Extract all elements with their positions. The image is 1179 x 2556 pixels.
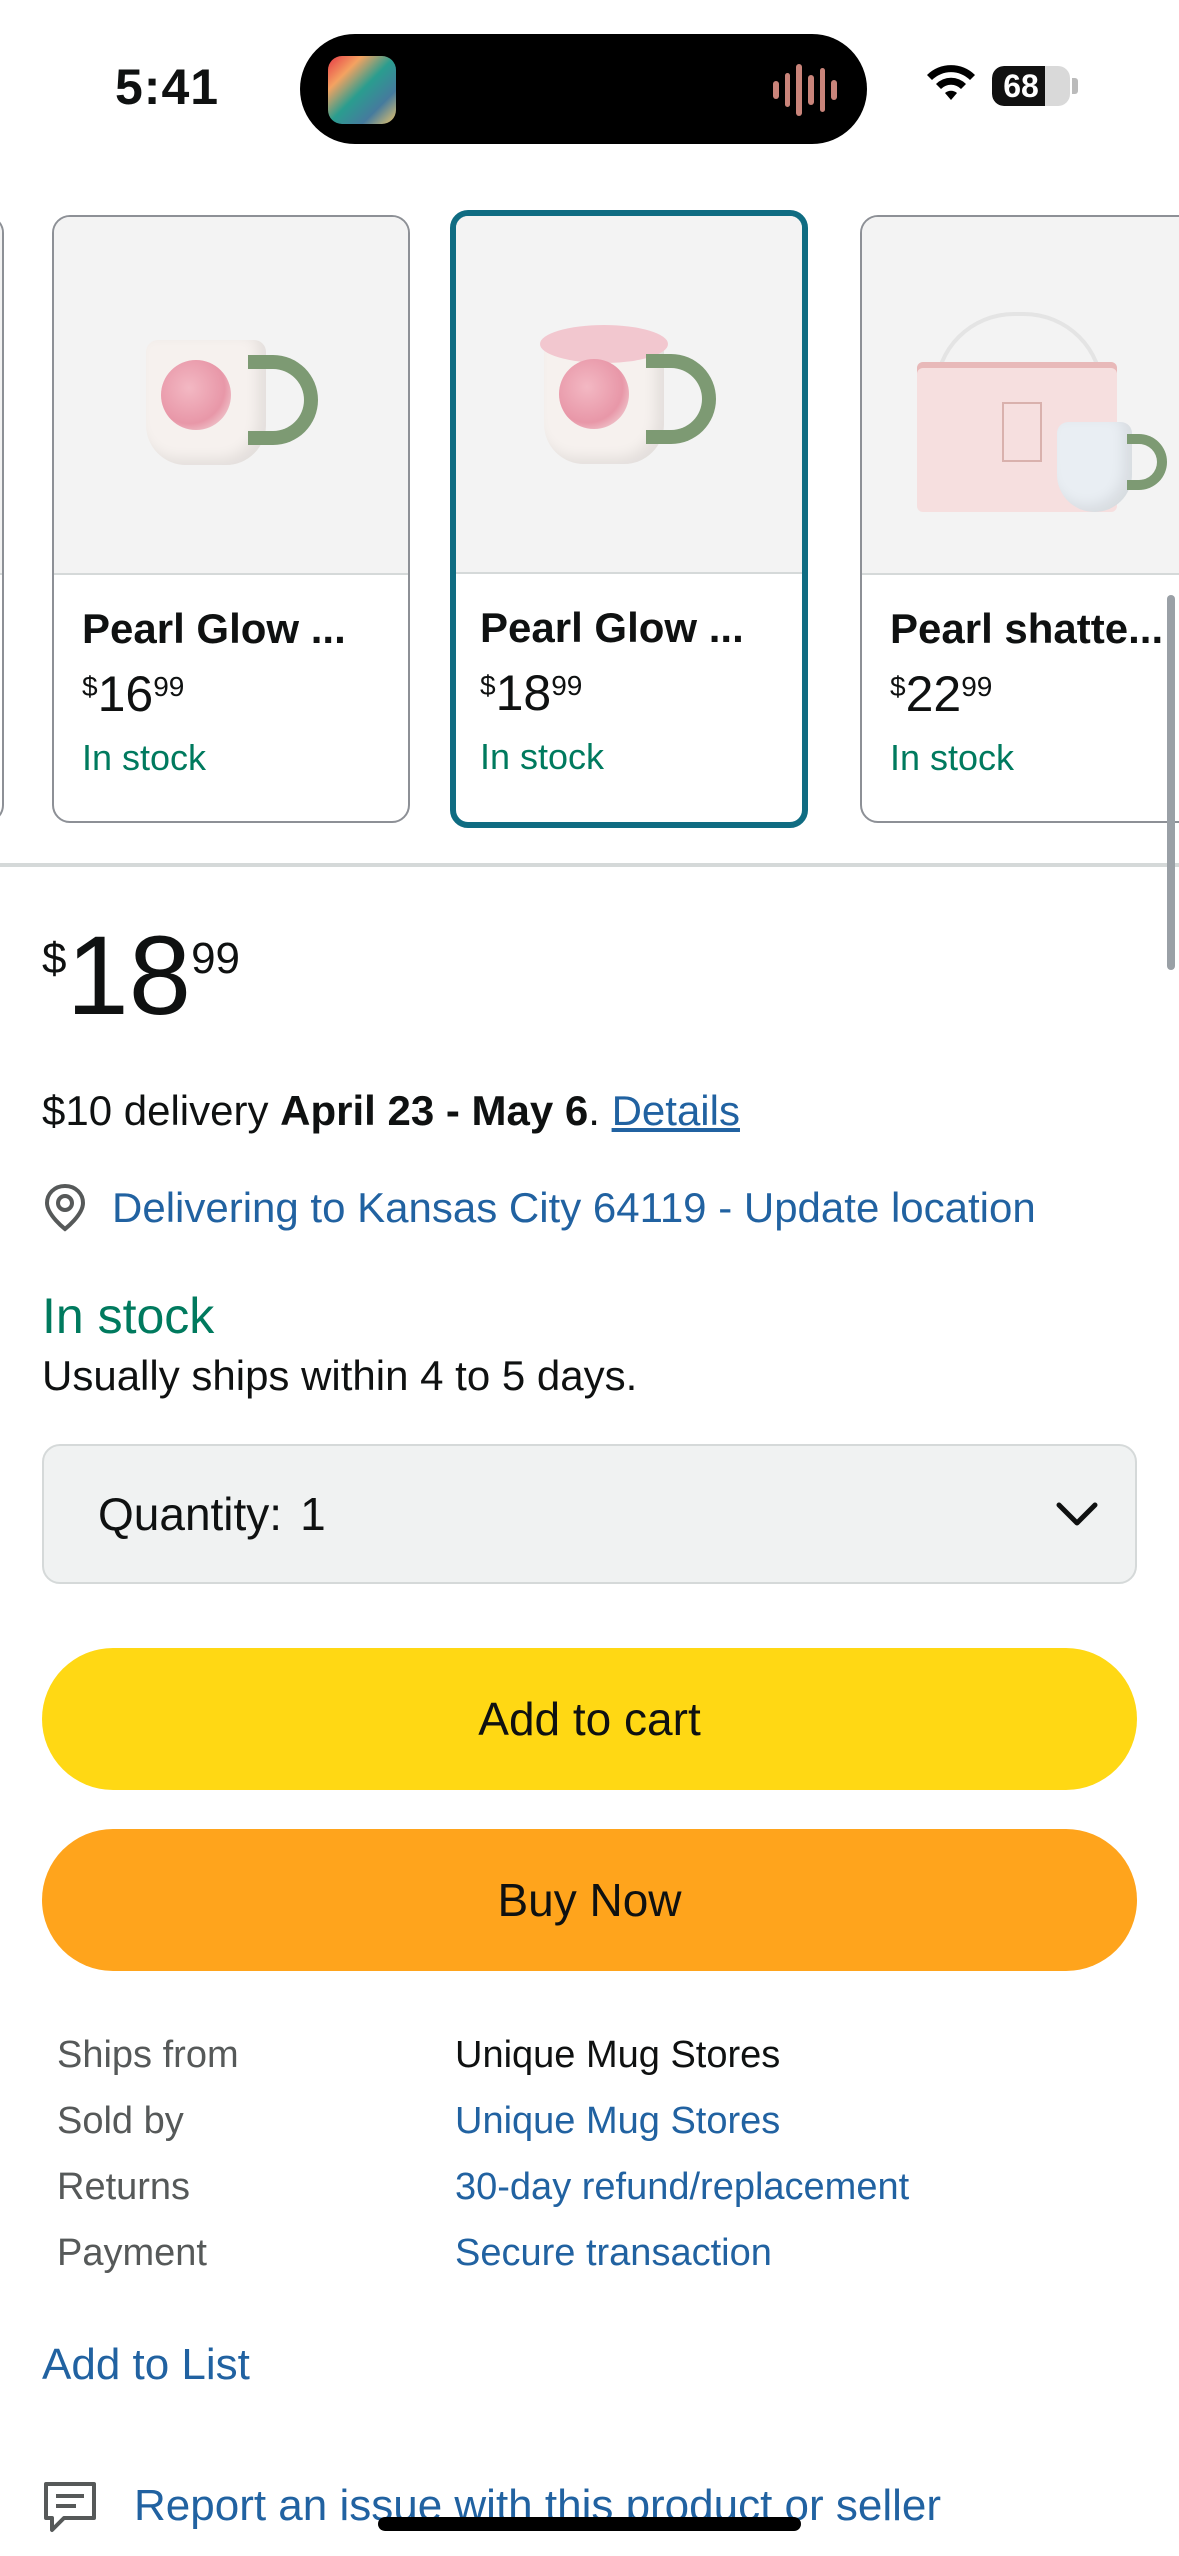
info-row-returns: Returns 30-day refund/replacement [57,2154,909,2220]
variant-price: $22 99 [890,666,993,722]
variant-title: Pearl Glow ... [82,605,346,652]
info-key: Returns [57,2165,191,2208]
dynamic-island[interactable] [300,34,867,144]
info-key: Payment [57,2231,207,2274]
info-key: Ships from [57,2033,239,2076]
scrollbar[interactable] [1167,595,1175,970]
variant-stock: In stock [890,737,1015,778]
location-pin-icon [44,1183,86,1232]
delivery-location-link[interactable]: Delivering to Kansas City 64119 - Update… [42,1183,1036,1233]
add-to-list-link[interactable]: Add to List [42,2340,250,2390]
delivery-info: $10 delivery April 23 - May 6. Details [42,1087,740,1134]
info-row-sold-by: Sold by Unique Mug Stores [57,2088,909,2154]
variant-card-partial[interactable] [0,215,4,823]
audio-waveform-icon [773,64,838,116]
product-price: $18 99 [42,913,241,1038]
location-text: Delivering to Kansas City 64119 - Update… [112,1184,1036,1231]
availability-status: In stock [42,1288,215,1344]
battery-percent: 68 [1003,68,1039,104]
buy-now-button[interactable]: Buy Now [42,1829,1137,1971]
info-key: Sold by [57,2099,184,2142]
variant-title: Pearl Glow ... [480,604,744,651]
home-indicator[interactable] [378,2517,801,2531]
section-divider [0,863,1179,867]
variant-card[interactable]: Pearl shatte... $22 99 In stock [860,215,1179,823]
quantity-select[interactable]: Quantity: 1 [42,1444,1137,1584]
wifi-icon [927,65,975,100]
status-time: 5:41 [115,59,220,115]
chevron-down-icon [1056,1502,1098,1526]
add-to-cart-button[interactable]: Add to cart [42,1648,1137,1790]
sold-by-link[interactable]: Unique Mug Stores [455,2100,780,2143]
mug-image [136,320,326,470]
availability-note: Usually ships within 4 to 5 days. [42,1352,638,1399]
info-row-ships-from: Ships from Unique Mug Stores [57,2022,909,2088]
mug-image [534,319,724,469]
variant-price: $16 99 [82,666,185,722]
info-value: Unique Mug Stores [455,2033,781,2076]
variant-title: Pearl shatte... [890,605,1164,652]
variant-image [862,217,1179,575]
quantity-label: Quantity: [98,1488,283,1540]
status-bar: 5:41 68 [0,0,1179,175]
info-row-payment: Payment Secure transaction [57,2220,909,2286]
seller-info-table: Ships from Unique Mug Stores Sold by Uni… [57,2022,909,2286]
battery-icon: 68 [992,66,1070,106]
delivery-details-link[interactable]: Details [612,1087,740,1134]
returns-link[interactable]: 30-day refund/replacement [455,2166,909,2209]
battery-nub [1072,78,1078,94]
variant-card[interactable]: Pearl Glow ... $16 99 In stock [52,215,410,823]
variant-stock: In stock [82,737,207,778]
feedback-icon [44,2482,96,2532]
variant-image [54,217,408,575]
mug-image [1057,412,1167,512]
variant-carousel[interactable]: Pearl Glow ... $16 99 In stock Pearl Glow… [0,205,1179,835]
quantity-value: 1 [300,1488,326,1540]
variant-stock: In stock [480,736,605,777]
variant-price: $18 99 [480,665,583,721]
payment-link[interactable]: Secure transaction [455,2232,772,2275]
variant-image [456,216,802,574]
live-activity-app-icon[interactable] [328,56,396,124]
variant-card-selected[interactable]: Pearl Glow ... $18 99 In stock [450,210,808,828]
